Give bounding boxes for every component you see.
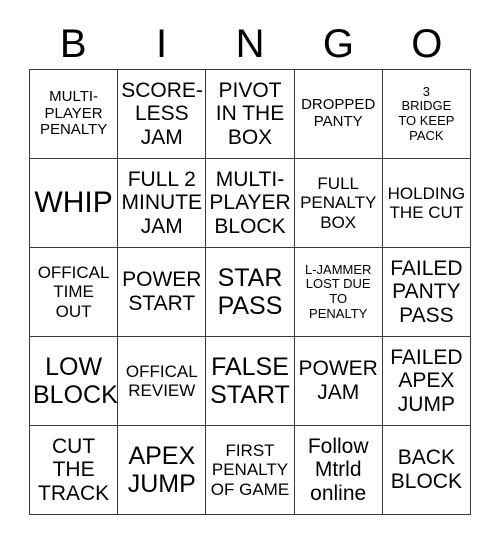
- bingo-grid: MULTI- PLAYER PENALTY SCORE- LESS JAM PI…: [29, 69, 471, 515]
- bingo-cell[interactable]: DROPPED PANTY: [294, 70, 383, 159]
- bingo-cell[interactable]: FIRST PENALTY OF GAME: [206, 426, 295, 515]
- bingo-cell[interactable]: CUT THE TRACK: [30, 426, 119, 515]
- bingo-cell-label: HOLDING THE CUT: [387, 183, 466, 222]
- bingo-cell-label: FULL PENALTY BOX: [300, 174, 377, 232]
- bingo-cell[interactable]: MULTI- PLAYER BLOCK: [206, 159, 295, 248]
- bingo-cell[interactable]: FULL 2 MINUTE JAM: [118, 159, 207, 248]
- bingo-cell-label: POWER JAM: [298, 357, 378, 404]
- bingo-cell[interactable]: STAR PASS: [206, 248, 295, 337]
- bingo-cell[interactable]: BACK BLOCK: [382, 426, 471, 515]
- bingo-cell-label: DROPPED PANTY: [301, 96, 376, 130]
- bingo-cell[interactable]: HOLDING THE CUT: [382, 159, 471, 248]
- bingo-cell[interactable]: FULL PENALTY BOX: [294, 159, 383, 248]
- bingo-cell[interactable]: LOW BLOCK: [30, 337, 119, 426]
- bingo-cell-label: Follow Mtrld online: [307, 434, 369, 505]
- bingo-card: B I N G O MULTI- PLAYER PENALTY SCORE- L…: [0, 0, 500, 544]
- bingo-cell[interactable]: POWER JAM: [294, 337, 383, 426]
- bingo-cell-label: L-JAMMER LOST DUE TO PENALTY: [304, 261, 372, 321]
- bingo-cell-label: POWER START: [122, 268, 202, 315]
- bingo-cell[interactable]: FAILED APEX JUMP: [382, 337, 471, 426]
- bingo-header-letter-n: N: [235, 21, 265, 66]
- bingo-cell[interactable]: SCORE- LESS JAM: [118, 70, 207, 159]
- bingo-cell-label: WHIP: [34, 186, 113, 220]
- bingo-cell-label: MULTI- PLAYER BLOCK: [209, 167, 291, 238]
- bingo-cell-label: FALSE START: [210, 353, 290, 409]
- bingo-cell[interactable]: PIVOT IN THE BOX: [206, 70, 295, 159]
- bingo-cell-label: BACK BLOCK: [390, 446, 462, 493]
- bingo-cell-label: LOW BLOCK: [33, 353, 118, 409]
- bingo-cell[interactable]: 3 BRIDGE TO KEEP PACK: [382, 70, 471, 159]
- bingo-cell-label: STAR PASS: [217, 264, 283, 320]
- bingo-header-row: B I N G O: [29, 18, 471, 69]
- bingo-cell[interactable]: POWER START: [118, 248, 207, 337]
- bingo-cell[interactable]: FALSE START: [206, 337, 295, 426]
- bingo-cell[interactable]: L-JAMMER LOST DUE TO PENALTY: [294, 248, 383, 337]
- bingo-cell[interactable]: OFFICAL REVIEW: [118, 337, 207, 426]
- bingo-cell[interactable]: APEX JUMP: [118, 426, 207, 515]
- bingo-cell[interactable]: MULTI- PLAYER PENALTY: [30, 70, 119, 159]
- bingo-header-letter-i: I: [156, 21, 168, 66]
- bingo-cell-label: FAILED APEX JUMP: [390, 345, 463, 416]
- bingo-cell[interactable]: OFFICAL TIME OUT: [30, 248, 119, 337]
- bingo-cell-label: CUT THE TRACK: [38, 434, 110, 505]
- bingo-cell-label: APEX JUMP: [127, 442, 196, 498]
- bingo-cell[interactable]: WHIP: [30, 159, 119, 248]
- bingo-header-letter-o: O: [411, 21, 443, 66]
- bingo-cell-label: OFFICAL TIME OUT: [37, 263, 110, 321]
- bingo-cell[interactable]: Follow Mtrld online: [294, 426, 383, 515]
- bingo-cell[interactable]: FAILED PANTY PASS: [382, 248, 471, 337]
- bingo-cell-label: FAILED PANTY PASS: [390, 256, 463, 327]
- bingo-cell-label: 3 BRIDGE TO KEEP PACK: [398, 83, 455, 143]
- bingo-cell-label: FULL 2 MINUTE JAM: [121, 167, 203, 238]
- bingo-cell-label: PIVOT IN THE BOX: [215, 78, 285, 149]
- bingo-cell-label: OFFICAL REVIEW: [125, 361, 198, 400]
- bingo-header-letter-g: G: [322, 21, 354, 66]
- bingo-header-letter-b: B: [59, 21, 87, 66]
- bingo-cell-label: FIRST PENALTY OF GAME: [210, 441, 290, 499]
- bingo-cell-label: MULTI- PLAYER PENALTY: [39, 87, 108, 139]
- bingo-cell-label: SCORE- LESS JAM: [121, 78, 203, 149]
